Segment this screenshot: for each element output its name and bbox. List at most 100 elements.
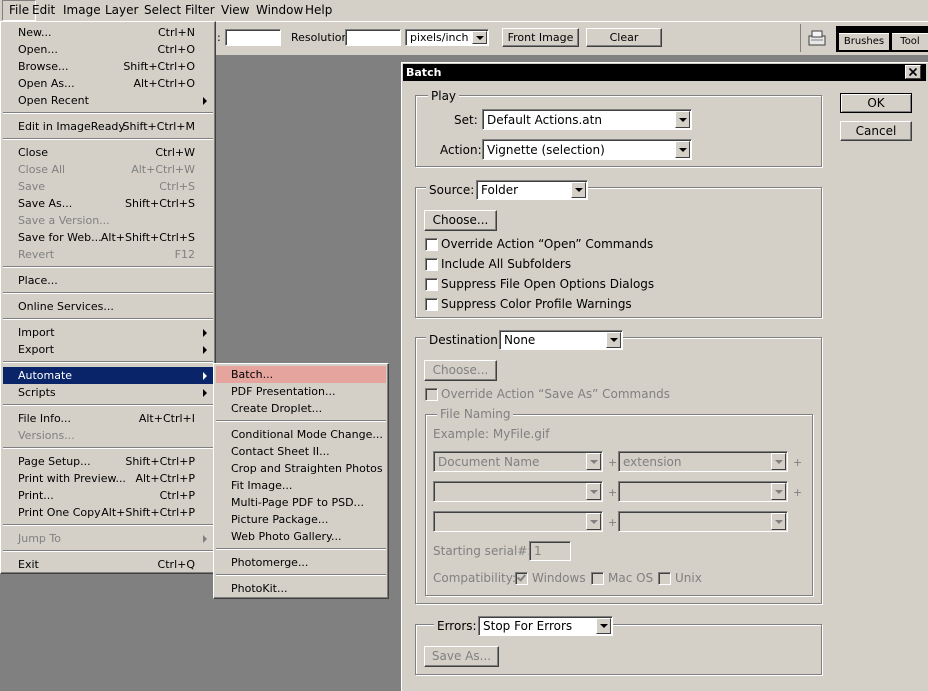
menu-item-conditional-mode-change[interactable]: Conditional Mode Change... — [216, 426, 386, 443]
errors-save-as-button[interactable]: Save As... — [424, 646, 499, 667]
destination-select[interactable]: None — [499, 330, 623, 350]
menu-item-open-recent[interactable]: Open Recent — [3, 92, 213, 109]
submenu-arrow-icon — [203, 329, 207, 337]
chevron-down-icon — [675, 111, 690, 128]
menu-item-multi-page-pdf[interactable]: Multi-Page PDF to PSD... — [216, 494, 386, 511]
palette-well-icon[interactable] — [806, 28, 828, 48]
menu-item-print[interactable]: Print... Ctrl+P — [3, 487, 213, 504]
menu-separator — [216, 548, 386, 550]
menu-item-online-services[interactable]: Online Services... — [3, 298, 213, 315]
menu-item-close-all: Close All Alt+Ctrl+W — [18, 163, 195, 176]
naming-select-5[interactable] — [433, 511, 603, 532]
menu-separator — [3, 361, 213, 363]
chevron-down-icon — [771, 453, 786, 470]
menu-item-photokit[interactable]: PhotoKit... — [216, 580, 386, 597]
file-menu: New... Ctrl+N Open... Ctrl+O Browse... Shif… — [0, 21, 216, 574]
source-select[interactable]: Folder — [476, 180, 588, 200]
include-subfolders-checkbox[interactable] — [425, 258, 438, 271]
tab-tool[interactable]: Tool — [892, 33, 928, 50]
override-save-as-checkbox[interactable] — [425, 388, 438, 401]
menu-item-exit[interactable]: Exit Ctrl+Q — [3, 556, 213, 573]
errors-value: Stop For Errors — [483, 619, 573, 633]
naming-select-1[interactable]: Document Name — [433, 451, 603, 472]
set-select[interactable]: Default Actions.atn — [482, 109, 692, 130]
clear-button[interactable]: Clear — [586, 28, 662, 47]
menu-item-save: Save Ctrl+S — [18, 180, 195, 193]
override-open-label: Override Action “Open” Commands — [441, 237, 654, 251]
menu-item-browse[interactable]: Browse... Shift+Ctrl+O — [3, 58, 213, 75]
field-colon: : — [217, 31, 221, 44]
menu-item-photomerge[interactable]: Photomerge... — [216, 554, 386, 571]
menu-separator — [3, 524, 213, 526]
menu-help[interactable]: Help — [299, 0, 338, 21]
menu-item-file-info[interactable]: File Info... Alt+Ctrl+I — [3, 410, 213, 427]
menu-edit[interactable]: Edit — [26, 0, 61, 21]
menu-item-web-photo-gallery[interactable]: Web Photo Gallery... — [216, 528, 386, 545]
menu-item-new[interactable]: New... Ctrl+N — [3, 24, 213, 41]
menu-item-pdf-presentation[interactable]: PDF Presentation... — [216, 383, 386, 400]
errors-select[interactable]: Stop For Errors — [478, 616, 613, 636]
menu-item-save-for-web[interactable]: Save for Web... Alt+Shift+Ctrl+S — [3, 229, 213, 246]
menu-item-open[interactable]: Open... Ctrl+O — [3, 41, 213, 58]
starting-serial-field[interactable]: 1 — [529, 541, 571, 561]
action-select[interactable]: Vignette (selection) — [482, 139, 692, 160]
plus-sign: + — [793, 456, 803, 469]
menu-separator — [3, 112, 213, 114]
resolution-units-select[interactable]: pixels/inch — [405, 29, 489, 46]
menu-item-print-one-copy[interactable]: Print One Copy Alt+Shift+Ctrl+P — [3, 504, 213, 521]
source-value: Folder — [481, 183, 519, 197]
compat-unix-label: Unix — [675, 571, 702, 585]
menu-item-place[interactable]: Place... — [3, 272, 213, 289]
ok-button[interactable]: OK — [840, 93, 912, 113]
close-button[interactable] — [905, 65, 921, 79]
compat-unix-checkbox[interactable] — [658, 572, 671, 585]
naming-select-1-value: Document Name — [438, 454, 540, 469]
suppress-color-profile-checkbox[interactable] — [425, 298, 438, 311]
menu-item-automate[interactable]: Automate — [3, 367, 213, 384]
chevron-down-icon — [571, 182, 586, 198]
menu-item-fit-image[interactable]: Fit Image... — [216, 477, 386, 494]
naming-select-3[interactable] — [433, 481, 603, 502]
menu-item-crop-and-straighten[interactable]: Crop and Straighten Photos — [216, 460, 386, 477]
front-image-button[interactable]: Front Image — [502, 28, 579, 47]
override-save-as-label: Override Action “Save As” Commands — [441, 387, 671, 401]
action-value: Vignette (selection) — [487, 142, 605, 157]
naming-select-4[interactable] — [618, 481, 788, 502]
chevron-down-icon — [771, 483, 786, 500]
plus-sign: + — [608, 456, 618, 469]
menu-item-export[interactable]: Export — [3, 341, 213, 358]
menu-item-create-droplet[interactable]: Create Droplet... — [216, 400, 386, 417]
dialog-title-bar[interactable]: Batch — [403, 64, 926, 81]
menu-item-contact-sheet[interactable]: Contact Sheet II... — [216, 443, 386, 460]
menu-item-save-a-version: Save a Version... — [18, 214, 110, 227]
suppress-open-options-checkbox[interactable] — [425, 278, 438, 291]
menu-item-open-as[interactable]: Open As... Alt+Ctrl+O — [3, 75, 213, 92]
tab-brushes[interactable]: Brushes — [839, 33, 889, 50]
destination-choose-button[interactable]: Choose... — [424, 360, 497, 381]
menu-item-scripts[interactable]: Scripts — [3, 384, 213, 401]
compat-macos-checkbox[interactable] — [591, 572, 604, 585]
play-group-title: Play — [428, 89, 460, 103]
naming-select-2[interactable]: extension — [618, 451, 788, 472]
compat-windows-checkbox[interactable] — [515, 572, 528, 585]
menu-separator — [3, 292, 213, 294]
menu-item-save-as[interactable]: Save As... Shift+Ctrl+S — [3, 195, 213, 212]
naming-select-6[interactable] — [618, 511, 788, 532]
menu-item-page-setup[interactable]: Page Setup... Shift+Ctrl+P — [3, 453, 213, 470]
menu-item-batch[interactable]: Batch... — [216, 366, 386, 383]
width-field[interactable] — [225, 29, 281, 46]
compat-macos-label: Mac OS — [608, 571, 654, 585]
menu-item-close[interactable]: Close Ctrl+W — [3, 144, 213, 161]
menu-item-import[interactable]: Import — [3, 324, 213, 341]
menu-separator — [216, 574, 386, 576]
menu-item-print-with-preview[interactable]: Print with Preview... Alt+Ctrl+P — [3, 470, 213, 487]
source-choose-button[interactable]: Choose... — [424, 210, 497, 231]
submenu-arrow-icon — [203, 389, 207, 397]
file-naming-title: File Naming — [437, 407, 514, 421]
cancel-button[interactable]: Cancel — [840, 121, 912, 141]
menu-item-picture-package[interactable]: Picture Package... — [216, 511, 386, 528]
menu-item-edit-in-imageready[interactable]: Edit in ImageReady Shift+Ctrl+M — [3, 118, 213, 135]
menu-separator — [3, 138, 213, 140]
resolution-field[interactable] — [345, 29, 401, 46]
override-open-checkbox[interactable] — [425, 238, 438, 251]
